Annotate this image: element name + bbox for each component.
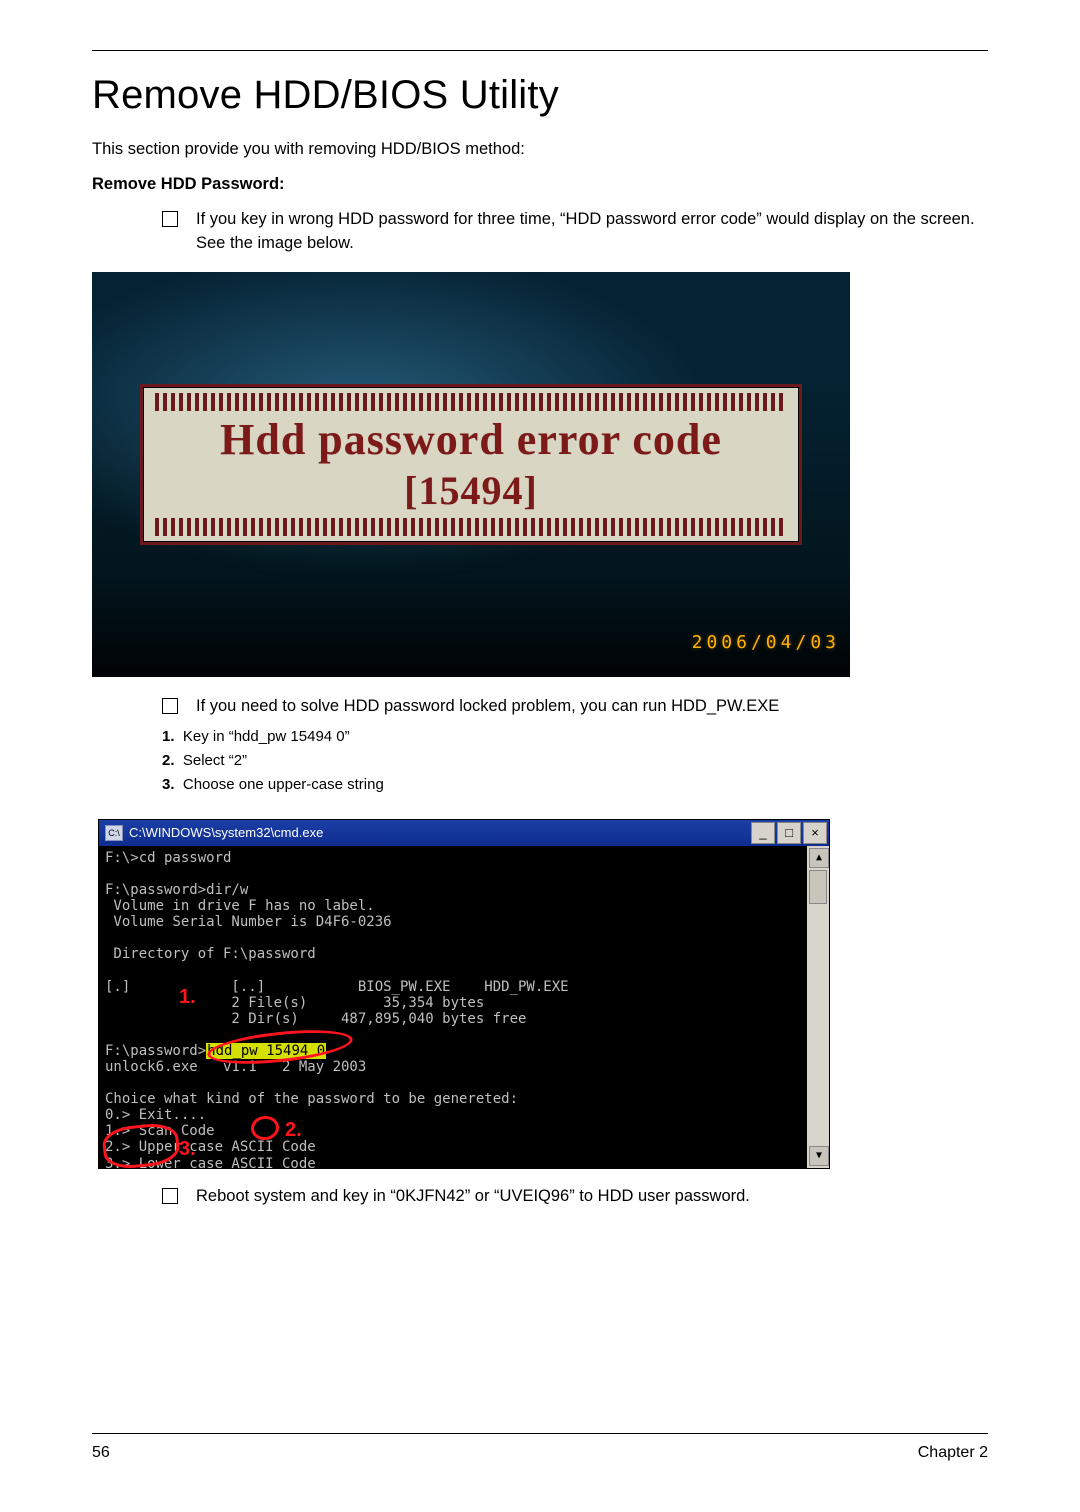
step-text: Key in “hdd_pw 15494 0” bbox=[183, 728, 350, 745]
scroll-thumb[interactable] bbox=[809, 870, 827, 904]
chapter-label: Chapter 2 bbox=[918, 1444, 988, 1462]
error-dialog: Hdd password error code [15494] bbox=[140, 384, 802, 545]
checkbox-bullet-icon bbox=[162, 1188, 178, 1204]
cmd-scrollbar[interactable]: ▲ ▼ bbox=[806, 846, 829, 1168]
error-code: [15494] bbox=[404, 467, 538, 514]
cmd-screenshot: C:\ C:\WINDOWS\system32\cmd.exe _ □ × ▲ … bbox=[98, 819, 830, 1169]
step-text: Select “2” bbox=[183, 752, 247, 769]
step-item: 1. Key in “hdd_pw 15494 0” bbox=[162, 725, 988, 749]
page-number: 56 bbox=[92, 1444, 110, 1462]
annotation-3: 3. bbox=[179, 1138, 196, 1161]
checkbox-bullet-icon bbox=[162, 698, 178, 714]
cmd-icon: C:\ bbox=[105, 825, 123, 841]
close-button[interactable]: × bbox=[803, 822, 827, 844]
bullet-item: Reboot system and key in “0KJFN42” or “U… bbox=[162, 1185, 988, 1209]
cmd-titlebar: C:\ C:\WINDOWS\system32\cmd.exe _ □ × bbox=[99, 820, 829, 846]
step-item: 3. Choose one upper-case string bbox=[162, 773, 988, 797]
page-footer: 56 Chapter 2 bbox=[92, 1433, 988, 1462]
page-title: Remove HDD/BIOS Utility bbox=[92, 73, 988, 118]
bullet-text: If you need to solve HDD password locked… bbox=[196, 695, 779, 719]
annotation-1: 1. bbox=[179, 986, 196, 1009]
annotation-2: 2. bbox=[285, 1119, 302, 1142]
maximize-button[interactable]: □ bbox=[777, 822, 801, 844]
cmd-output: F:\>cd password F:\password>dir/w Volume… bbox=[99, 846, 807, 1168]
minimize-button[interactable]: _ bbox=[751, 822, 775, 844]
bullet-text: If you key in wrong HDD password for thr… bbox=[196, 208, 988, 256]
hdd-error-photo: Hdd password error code [15494] 2006/04/… bbox=[92, 272, 850, 677]
step-text: Choose one upper-case string bbox=[183, 776, 384, 793]
photo-datestamp: 2006/04/03 bbox=[692, 632, 840, 653]
step-item: 2. Select “2” bbox=[162, 749, 988, 773]
intro-text: This section provide you with removing H… bbox=[92, 140, 988, 159]
checkbox-bullet-icon bbox=[162, 211, 178, 227]
scroll-up-icon[interactable]: ▲ bbox=[809, 848, 829, 868]
sub-heading: Remove HDD Password: bbox=[92, 175, 988, 194]
top-rule bbox=[92, 50, 988, 51]
bullet-text: Reboot system and key in “0KJFN42” or “U… bbox=[196, 1185, 750, 1209]
bullet-item: If you need to solve HDD password locked… bbox=[162, 695, 988, 719]
error-title: Hdd password error code bbox=[220, 414, 722, 465]
scroll-down-icon[interactable]: ▼ bbox=[809, 1146, 829, 1166]
cmd-title-text: C:\WINDOWS\system32\cmd.exe bbox=[129, 825, 323, 840]
bullet-item: If you key in wrong HDD password for thr… bbox=[162, 208, 988, 256]
